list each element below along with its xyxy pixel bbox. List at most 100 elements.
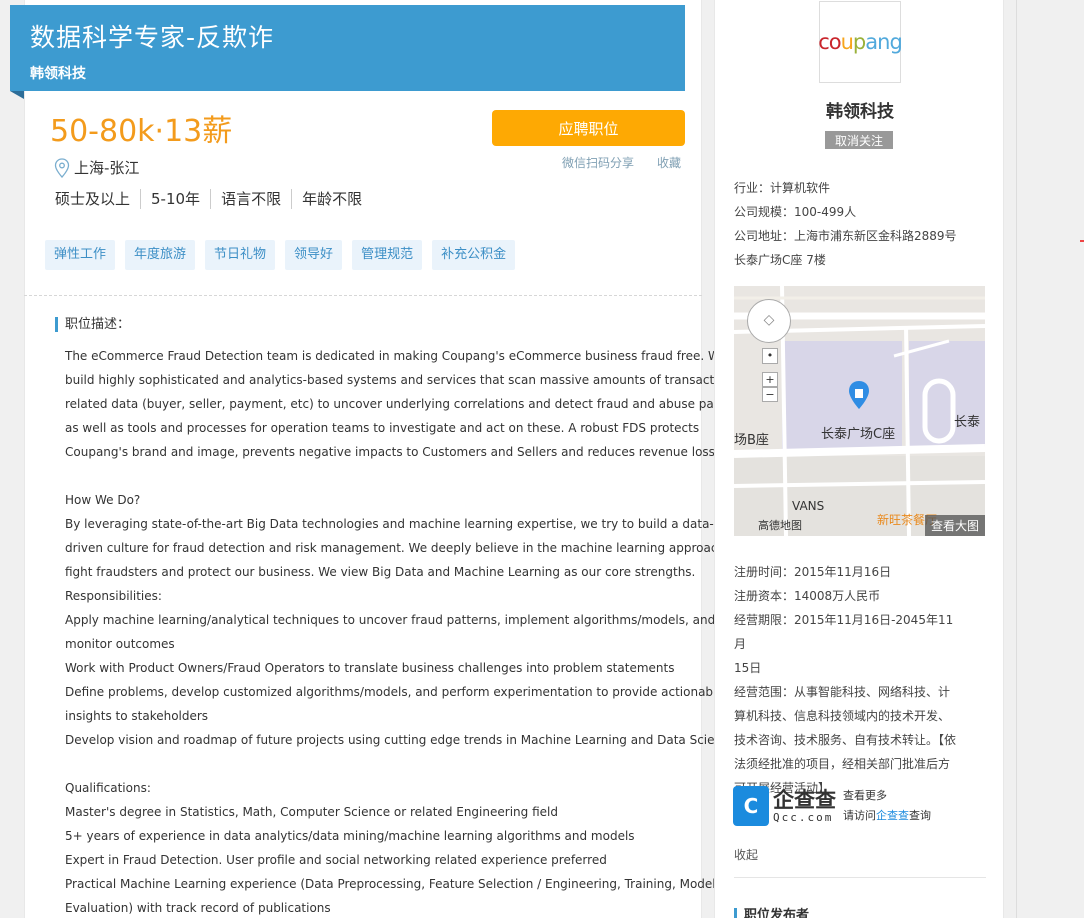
collapse-link[interactable]: 收起 (734, 846, 758, 863)
benefit-tag: 补充公积金 (432, 240, 516, 270)
job-requirements: 硕士及以上 5-10年 语言不限 年龄不限 (55, 189, 372, 209)
map-marker-icon (849, 381, 869, 409)
page-edge-line (1016, 0, 1017, 918)
map-locate-button[interactable]: • (762, 348, 778, 364)
description-line (65, 464, 675, 488)
company-logo[interactable]: coupang (818, 1, 903, 83)
description-line: driven culture for fraud detection and r… (65, 541, 741, 555)
edge-mark (1080, 240, 1084, 242)
unfollow-button[interactable]: 取消关注 (825, 131, 893, 149)
view-large-map-button[interactable]: 查看大图 (924, 515, 985, 536)
job-title: 数据科学专家-反欺诈 (30, 23, 275, 52)
business-scope-line-4: 法须经批准的项目，经相关部门批准后方 (734, 757, 951, 771)
company-address-line-2: 长泰广场C座 7楼 (734, 253, 826, 267)
registered-capital: 注册资本：14008万人民币 (734, 589, 881, 603)
logo-letter: u (840, 30, 854, 54)
description-line: fight fraudsters and protect our busines… (65, 565, 696, 579)
description-line: Responsibilities: (65, 589, 162, 603)
benefit-tag: 领导好 (285, 240, 343, 270)
description-line: monitor outcomes (65, 637, 175, 651)
description-line: Master's degree in Statistics, Math, Com… (65, 805, 558, 819)
description-line: Apply machine learning/analytical techni… (65, 613, 716, 627)
description-line: Define problems, develop customized algo… (65, 685, 724, 699)
benefit-tag: 弹性工作 (45, 240, 116, 270)
company-size: 公司规模：100-499人 (734, 205, 857, 219)
map-label-vans: VANS (792, 499, 825, 513)
description-line: Work with Product Owners/Fraud Operators… (65, 661, 675, 675)
business-scope: 经营范围：从事智能科技、网络科技、计 (734, 685, 951, 699)
banner-fold-decoration (10, 91, 24, 99)
qcc-promo[interactable]: C 企查查 Qcc.com 查看更多 请访问企查查查询 (733, 786, 931, 826)
job-description-body: The eCommerce Fraud Detection team is de… (65, 344, 753, 918)
qcc-visit-suffix: 查询 (909, 809, 931, 822)
job-location: 上海-张江 (54, 157, 139, 178)
benefit-tag: 年度旅游 (125, 240, 196, 270)
map-label-left: 场B座 (734, 433, 769, 448)
benefit-tag: 节日礼物 (205, 240, 276, 270)
business-scope-line-2: 算机科技、信息科技领域内的技术开发、 (734, 709, 951, 723)
description-line: as well as tools and processes for opera… (65, 421, 700, 435)
logo-letter: g (889, 30, 902, 54)
business-scope-line-3: 技术咨询、技术服务、自有技术转让。【依 (734, 733, 957, 747)
description-line: The eCommerce Fraud Detection team is de… (65, 349, 727, 363)
qcc-more: 查看更多 (843, 789, 887, 802)
company-side-card: coupang 韩领科技 取消关注 行业：计算机软件 公司规模：100-499人… (714, 0, 1004, 918)
description-line: Expert in Fraud Detection. User profile … (65, 853, 607, 867)
section-divider (24, 295, 702, 296)
qcc-wordmark: 企查查 Qcc.com (773, 789, 839, 824)
wechat-share-link[interactable]: 微信扫码分享 (562, 154, 634, 171)
description-line: Qualifications: (65, 781, 151, 795)
benefit-tag: 管理规范 (352, 240, 423, 270)
apply-button[interactable]: 应聘职位 (492, 110, 685, 146)
job-title-banner: 数据科学专家-反欺诈 韩领科技 (10, 5, 685, 91)
description-line: 5+ years of experience in data analytics… (65, 829, 635, 843)
qcc-visit: 请访问企查查查询 (843, 806, 931, 826)
requirement-experience: 5-10年 (140, 189, 210, 209)
salary: 50-80k·13薪 (50, 114, 233, 149)
logo-letter: a (865, 30, 878, 54)
location-text: 上海-张江 (74, 159, 140, 177)
qcc-side-text: 查看更多 请访问企查查查询 (843, 786, 931, 826)
map-pan-control[interactable]: ◇ (747, 299, 791, 343)
publisher-heading: 职位发布者 (734, 908, 809, 918)
logo-letter: o (828, 30, 842, 54)
benefit-tags: 弹性工作 年度旅游 节日礼物 领导好 管理规范 补充公积金 (45, 240, 516, 270)
registration-date: 注册时间：2015年11月16日 (734, 565, 892, 579)
logo-letter: c (818, 30, 830, 54)
requirement-education: 硕士及以上 (55, 190, 131, 208)
map-zoom-out-button[interactable]: − (762, 387, 778, 402)
qcc-domain: Qcc.com (773, 810, 834, 824)
business-term-line-2: 15日 (734, 661, 762, 675)
map-label-main: 长泰广场C座 (821, 427, 896, 442)
favorite-link[interactable]: 收藏 (657, 154, 681, 171)
qcc-name: 企查查 (773, 787, 836, 812)
map-label-right: 长泰 (954, 415, 981, 430)
side-divider (734, 877, 986, 878)
side-company-name[interactable]: 韩领科技 (715, 97, 1005, 122)
business-term: 经营期限：2015年11月16日-2045年11月 (734, 613, 954, 651)
company-industry: 行业：计算机软件 (734, 181, 831, 195)
description-line: insights to stakeholders (65, 709, 209, 723)
description-line (65, 752, 675, 776)
job-description-heading: 职位描述： (55, 317, 130, 332)
qcc-visit-prefix: 请访问 (843, 809, 876, 822)
location-pin-icon (54, 157, 70, 178)
company-basic-info: 行业：计算机软件 公司规模：100-499人 公司地址：上海市浦东新区金科路28… (734, 176, 957, 272)
company-name[interactable]: 韩领科技 (30, 63, 86, 83)
logo-letter: p (852, 30, 866, 54)
company-registration-info: 注册时间：2015年11月16日 注册资本：14008万人民币 经营期限：201… (734, 560, 964, 800)
description-line: How We Do? (65, 493, 141, 507)
logo-letter: n (877, 30, 890, 54)
description-line: By leveraging state-of-the-art Big Data … (65, 517, 714, 531)
description-line: Develop vision and roadmap of future pro… (65, 733, 737, 747)
requirement-language: 语言不限 (210, 189, 291, 209)
coupang-logo-text: coupang (818, 30, 903, 54)
qcc-link[interactable]: 企查查 (876, 809, 909, 822)
description-line: related data (buyer, seller, payment, et… (65, 397, 753, 411)
map-zoom-in-button[interactable]: + (762, 372, 778, 387)
qcc-logo-icon: C (733, 786, 769, 826)
company-map[interactable]: ◇ • + − 长泰广场C座 场B座 长泰 VANS 新旺茶餐厅 高德地图 查看… (734, 286, 985, 536)
description-line: Coupang's brand and image, prevents nega… (65, 445, 719, 459)
requirement-age: 年龄不限 (291, 189, 372, 209)
description-line: Practical Machine Learning experience (D… (65, 877, 716, 891)
